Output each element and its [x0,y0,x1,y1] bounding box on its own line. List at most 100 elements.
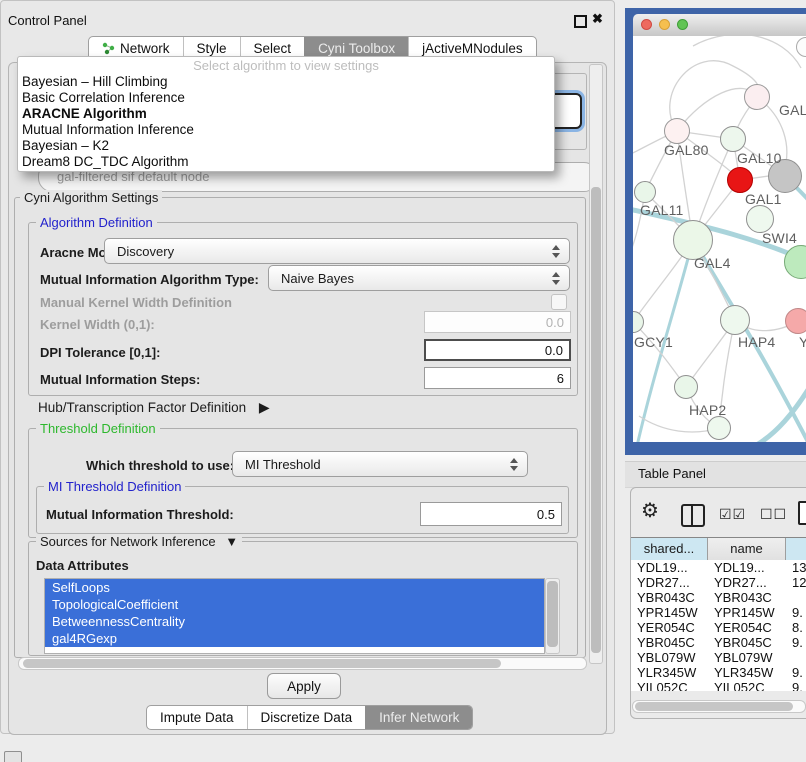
table-cell: YDL19... [631,560,708,575]
attribute-item-topologicalcoefficient[interactable]: TopologicalCoefficient [45,596,544,613]
table-cell: YBR043C [631,590,708,605]
hub-definition-toggle[interactable]: Hub/Transcription Factor Definition ▶ [38,399,270,416]
table-cell: 13 [786,560,806,575]
node-gal80[interactable] [664,118,690,144]
table-row[interactable]: YDL19...YDL19...13 [631,560,806,575]
table-row[interactable]: YER054CYER054C8. [631,620,806,635]
node-y[interactable] [785,308,806,334]
document-icon[interactable] [798,501,806,525]
tab-label: Select [254,41,292,56]
window-close-icon[interactable] [641,19,652,30]
algorithm-dropdown[interactable]: Select algorithm to view settings Bayesi… [17,56,555,172]
table-row[interactable]: YLR345WYLR345W9. [631,665,806,680]
close-panel-icon[interactable]: ✖ [592,11,603,27]
data-attributes-list[interactable]: SelfLoopsTopologicalCoefficientBetweenne… [44,578,545,654]
network-canvas[interactable]: GAL7GAL80GAL10GAL1SWI4GAL11GAL4GCY1HAP4Y… [633,36,806,442]
table-cell: 9. [786,605,806,620]
column-header-shared[interactable]: shared... [631,538,708,561]
dropdown-item-dream8-dc-tdc-algorithm[interactable]: Dream8 DC_TDC Algorithm [18,154,554,170]
node-label-gcy1: GCY1 [634,334,673,350]
mi-steps-field[interactable] [424,367,571,389]
network-window-titlebar[interactable] [633,14,806,37]
table-row[interactable]: YBL079WYBL079W [631,650,806,665]
attributes-scrollbar[interactable] [545,578,560,654]
node[interactable] [707,416,731,440]
table-row[interactable]: YBR045CYBR045C9. [631,635,806,650]
node-gal4[interactable] [673,220,713,260]
unchecked-columns-icon[interactable]: ☐☐ [760,506,787,523]
node-label-swi4: SWI4 [762,230,797,246]
attribute-item-selfloops[interactable]: SelfLoops [45,579,544,596]
settings-horizontal-scrollbar[interactable] [18,657,587,670]
node-gal7[interactable] [744,84,770,110]
window-minimize-icon[interactable] [659,19,670,30]
dropdown-item-bayesian-hill-climbing[interactable]: Bayesian – Hill Climbing [18,74,554,90]
node-gal10[interactable] [720,126,746,152]
node-gal1[interactable] [727,167,753,193]
dropdown-item-bayesian-k2[interactable]: Bayesian – K2 [18,138,554,154]
tab-infer-network[interactable]: Infer Network [365,706,472,729]
mi-type-select[interactable]: Naive Bayes [268,265,570,291]
which-threshold-value: MI Threshold [245,457,321,472]
tab-label: Style [197,41,227,56]
dropdown-item-aracne-algorithm[interactable]: ARACNE Algorithm [18,106,554,122]
float-panel-icon[interactable] [574,15,587,28]
dpi-tolerance-field[interactable] [424,339,571,361]
settings-vertical-scrollbar[interactable] [589,64,603,664]
node-hap4[interactable] [720,305,750,335]
sources-legend[interactable]: Sources for Network Inference ▼ [36,534,242,549]
window-zoom-icon[interactable] [677,19,688,30]
sources-legend-label: Sources for Network Inference [40,534,216,549]
table-row[interactable]: YIL052CYIL052C9. [631,680,806,691]
checked-columns-icon[interactable]: ☑☑ [719,506,746,523]
apply-button[interactable]: Apply [267,673,341,699]
manual-kernel-checkbox[interactable] [551,294,567,310]
which-threshold-label: Which threshold to use: [86,458,234,473]
attribute-item-betweennesscentrality[interactable]: BetweennessCentrality [45,613,544,630]
tab-impute-data[interactable]: Impute Data [147,706,247,729]
cyni-bottom-tabbar: Impute DataDiscretize DataInfer Network [146,705,473,730]
dropdown-item-basic-correlation-inference[interactable]: Basic Correlation Inference [18,90,554,106]
node-label-y: Y [799,334,806,350]
stepper-arrows-icon [552,245,560,258]
gear-icon[interactable]: ⚙ [641,501,659,521]
aracne-mode-select[interactable]: Discovery [104,238,570,264]
table-row[interactable]: YPR145WYPR145W9. [631,605,806,620]
node-swi4[interactable] [746,205,774,233]
column-header-a[interactable]: A [786,538,806,561]
table-row[interactable]: YDR27...YDR27...12 [631,575,806,590]
table-cell: YIL052C [708,680,786,691]
table-row[interactable]: YBR043CYBR043C [631,590,806,605]
table-cell: YBL079W [631,650,708,665]
cyni-algorithm-settings-legend: Cyni Algorithm Settings [20,190,162,205]
expand-right-icon: ▶ [259,399,270,415]
control-panel-title: Control Panel [8,13,87,28]
table-body[interactable]: YDL19...YDL19...13YDR27...YDR27...12YBR0… [631,560,806,691]
table-cell: YBR043C [708,590,786,605]
table-horizontal-scrollbar[interactable] [632,700,806,713]
table-cell: YDR27... [631,575,708,590]
node-hap2[interactable] [674,375,698,399]
tab-discretize-data[interactable]: Discretize Data [247,706,366,729]
apply-button-label: Apply [287,679,321,694]
node-label-gal80: GAL80 [664,142,709,158]
attribute-item-gal4rgexp[interactable]: gal4RGexp [45,630,544,647]
kernel-width-label: Kernel Width (0,1): [40,317,155,332]
table-cell: YER054C [631,620,708,635]
node-gal11[interactable] [634,181,656,203]
which-threshold-select[interactable]: MI Threshold [232,451,528,477]
table-cell: YBR045C [708,635,786,650]
column-header-name[interactable]: name [708,538,786,561]
dropdown-item-mutual-information-inference[interactable]: Mutual Information Inference [18,122,554,138]
table-cell: YDR27... [708,575,786,590]
table-cell: YPR145W [631,605,708,620]
hub-definition-label: Hub/Transcription Factor Definition [38,400,246,415]
mi-threshold-field[interactable] [420,502,562,526]
table-cell [786,650,806,665]
table-cell: 9. [786,680,806,691]
tab-label: jActiveMNodules [422,41,523,56]
kernel-width-field[interactable] [424,311,571,333]
split-view-icon[interactable] [681,504,705,527]
node-label-gal10: GAL10 [737,150,782,166]
minimized-panel-chip[interactable] [4,751,22,762]
